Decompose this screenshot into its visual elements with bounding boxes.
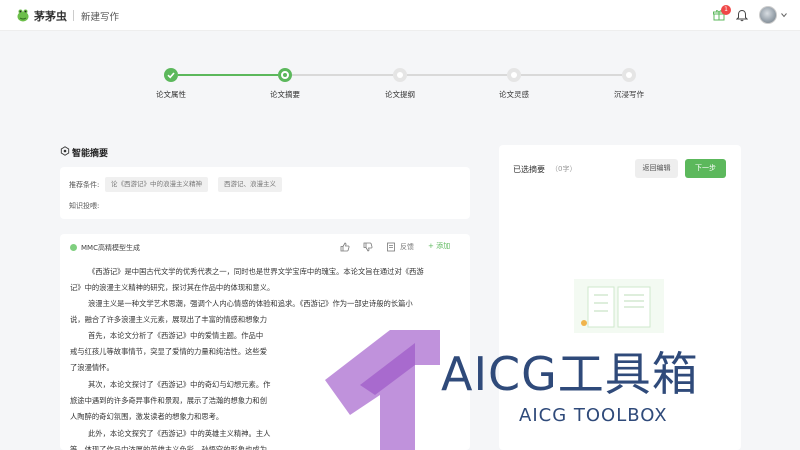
page-title: 新建写作 xyxy=(81,12,120,23)
thumbs-down-icon[interactable] xyxy=(363,242,373,252)
chevron-down-icon[interactable] xyxy=(780,11,788,19)
notification-badge: 1 xyxy=(721,5,731,15)
step-5-todo[interactable] xyxy=(622,68,636,82)
knowledge-feed-label: 知识投喂: xyxy=(69,202,100,210)
watermark-subtitle: AICG TOOLBOX xyxy=(519,405,668,426)
user-avatar[interactable] xyxy=(759,6,777,24)
abstract-line: 记》中的浪漫主义精神的研究，探讨其在作品中的体现和意义。 xyxy=(70,283,275,292)
bell-icon[interactable] xyxy=(736,9,748,22)
next-step-button[interactable]: 下一步 xyxy=(685,159,726,178)
watermark-title: AICG工具箱 xyxy=(441,347,699,401)
recommend-label: 推荐条件: xyxy=(69,181,100,189)
step-label-attributes[interactable]: 论文属性 xyxy=(131,89,211,100)
step-label-outline[interactable]: 论文提纲 xyxy=(360,89,440,100)
section-title: 智能摘要 xyxy=(72,149,109,159)
empty-state-illustration xyxy=(574,279,664,333)
feedback-button[interactable]: 反馈 xyxy=(400,242,414,252)
step-4-todo[interactable] xyxy=(507,68,521,82)
condition-chip[interactable]: 西游记、浪漫主义 xyxy=(218,177,282,192)
step-label-abstract[interactable]: 论文摘要 xyxy=(245,89,325,100)
selected-char-count: （0字） xyxy=(551,165,577,173)
step-connector xyxy=(292,74,393,76)
step-label-inspiration[interactable]: 论文灵感 xyxy=(474,89,554,100)
add-button[interactable]: + 添加 xyxy=(428,241,450,251)
step-label-immersive-writing[interactable]: 沉浸写作 xyxy=(589,89,669,100)
recommend-conditions-card: 推荐条件: 论《西游记》中的浪漫主义精神 西游记、浪漫主义 知识投喂: xyxy=(60,167,470,219)
brand-name[interactable]: 茅茅虫 xyxy=(34,8,67,24)
abstract-line: 《西游记》是中国古代文学的优秀代表之一，同时也是世界文学宝库中的瑰宝。本论文旨在… xyxy=(88,267,424,276)
top-header: 茅茅虫 新建写作 1 xyxy=(0,0,800,31)
selected-abstract-title: 已选摘要 xyxy=(513,165,545,174)
caterpillar-logo-icon[interactable] xyxy=(16,8,30,22)
progress-stepper: 论文属性 论文摘要 论文提纲 论文灵感 沉浸写作 xyxy=(0,31,800,116)
thumbs-up-icon[interactable] xyxy=(340,242,350,252)
step-connector xyxy=(407,74,507,76)
back-to-edit-button[interactable]: 返回编辑 xyxy=(635,159,678,178)
step-3-todo[interactable] xyxy=(393,68,407,82)
smart-abstract-icon xyxy=(60,146,70,156)
step-connector xyxy=(521,74,622,76)
step-2-current[interactable] xyxy=(278,68,292,82)
header-divider xyxy=(73,10,74,21)
condition-chip[interactable]: 论《西游记》中的浪漫主义精神 xyxy=(105,177,208,192)
abstract-line: 浪漫主义是一种文学艺术思潮，强调个人内心情感的体验和追求。《西游记》作为一部史诗… xyxy=(88,299,413,308)
model-name: MMC高精模型生成 xyxy=(81,244,140,252)
step-1-done-check-icon[interactable] xyxy=(164,68,178,82)
model-status-dot xyxy=(70,244,77,251)
feedback-icon[interactable] xyxy=(386,242,396,252)
step-connector xyxy=(178,74,278,76)
